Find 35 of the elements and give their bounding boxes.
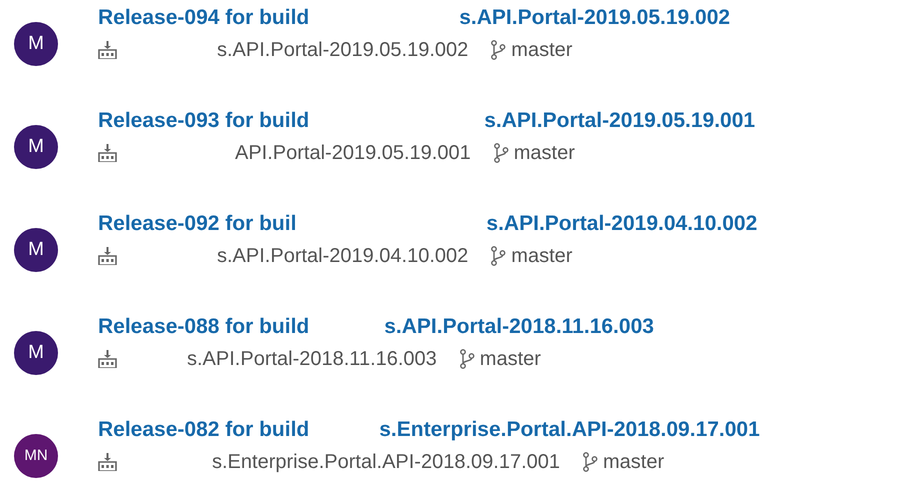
release-link[interactable]: s.Enterprise.Portal.API-2018.09.17.001 bbox=[379, 414, 760, 446]
build-name: API.Portal-2019.05.19.001 bbox=[235, 141, 471, 166]
build-name: s.API.Portal-2019.05.19.002 bbox=[217, 38, 468, 63]
build-name: s.API.Portal-2018.11.16.003 bbox=[187, 347, 437, 372]
branch-icon bbox=[582, 452, 598, 472]
build-name: s.Enterprise.Portal.API-2018.09.17.001 bbox=[212, 450, 560, 475]
build-icon bbox=[98, 247, 117, 265]
build-icon bbox=[98, 41, 117, 59]
avatar: M bbox=[14, 228, 58, 272]
release-link[interactable]: Release-088 for build bbox=[98, 311, 310, 343]
release-link[interactable]: Release-082 for build bbox=[98, 414, 310, 446]
release-link[interactable]: Release-093 for build bbox=[98, 105, 310, 137]
branch-name: master bbox=[514, 141, 575, 166]
branch-name: master bbox=[511, 38, 572, 63]
branch-icon bbox=[458, 349, 475, 369]
release-link[interactable]: s.API.Portal-2018.11.16.003 bbox=[384, 311, 654, 343]
release-link[interactable]: s.API.Portal-2019.05.19.002 bbox=[459, 2, 730, 34]
branch-icon bbox=[492, 143, 509, 163]
release-link[interactable]: Release-092 for buil bbox=[98, 208, 296, 240]
release-link[interactable]: Release-094 for build bbox=[98, 2, 310, 34]
build-icon bbox=[98, 350, 117, 368]
branch-name: master bbox=[480, 347, 541, 372]
avatar: M bbox=[14, 22, 58, 66]
avatar: M bbox=[14, 331, 58, 375]
build-icon bbox=[98, 453, 117, 471]
build-name: s.API.Portal-2019.04.10.002 bbox=[217, 244, 468, 269]
build-icon bbox=[98, 144, 117, 162]
branch-name: master bbox=[511, 244, 572, 269]
avatar: MN bbox=[14, 434, 58, 478]
branch-icon bbox=[490, 40, 506, 60]
branch-icon bbox=[490, 246, 506, 266]
avatar: M bbox=[14, 125, 58, 169]
branch-name: master bbox=[603, 450, 664, 475]
release-link[interactable]: s.API.Portal-2019.05.19.001 bbox=[484, 105, 756, 137]
release-link[interactable]: s.API.Portal-2019.04.10.002 bbox=[486, 208, 758, 240]
